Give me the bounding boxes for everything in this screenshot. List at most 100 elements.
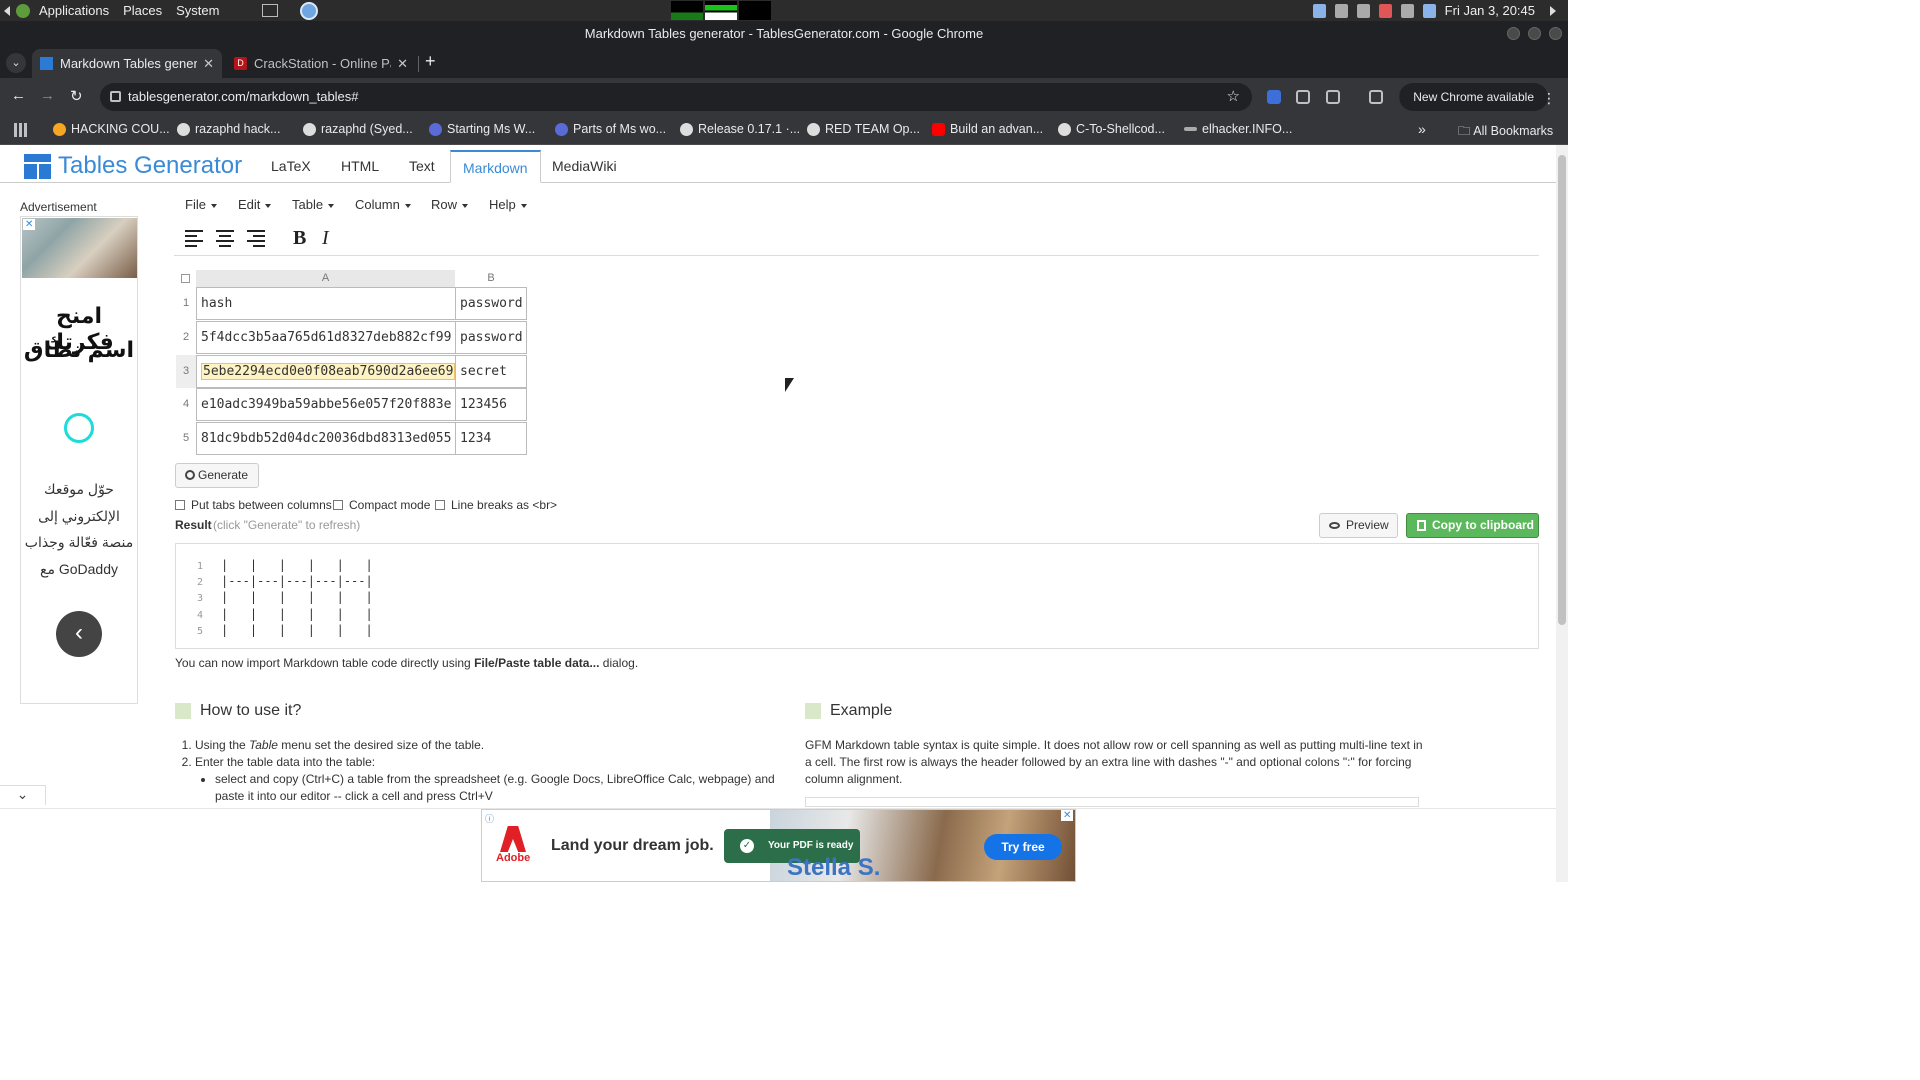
- panel-left-arrow-icon[interactable]: [4, 5, 10, 16]
- bookmark-star-icon[interactable]: ☆: [1227, 83, 1240, 111]
- ad-close-icon[interactable]: ✕: [1061, 810, 1074, 821]
- bookmark-item[interactable]: Starting Ms W...: [429, 122, 535, 136]
- site-logo[interactable]: Tables Generator: [24, 152, 242, 180]
- os-logo-icon[interactable]: [16, 3, 30, 18]
- align-left-icon[interactable]: [185, 230, 207, 252]
- close-tab-icon[interactable]: ✕: [203, 56, 214, 72]
- bookmark-item[interactable]: elhacker.INFO...: [1184, 122, 1292, 136]
- os-menu-applications[interactable]: Applications: [32, 3, 116, 18]
- row-number[interactable]: 4: [177, 398, 195, 410]
- checkbox[interactable]: [435, 500, 445, 510]
- ad-back-arrow-icon[interactable]: ‹: [56, 611, 102, 657]
- option-tabs-between-columns[interactable]: Put tabs between columns: [175, 498, 332, 512]
- nav-latex[interactable]: LaTeX: [271, 158, 311, 174]
- table-cell[interactable]: 81dc9bdb52d04dc20036dbd8313ed055: [196, 422, 456, 455]
- table-cell[interactable]: 5f4dcc3b5aa765d61d8327deb882cf99: [196, 321, 456, 354]
- bold-button[interactable]: B: [293, 227, 306, 250]
- nav-markdown[interactable]: Markdown: [450, 150, 541, 183]
- clock[interactable]: Fri Jan 3, 20:45: [1445, 3, 1535, 18]
- checkbox[interactable]: [175, 500, 185, 510]
- bookmark-item[interactable]: C-To-Shellcod...: [1058, 122, 1165, 136]
- bookmark-item[interactable]: Build an advan...: [932, 122, 1043, 136]
- new-chrome-available-button[interactable]: New Chrome available: [1399, 83, 1548, 111]
- table-cell[interactable]: password: [455, 321, 527, 354]
- volume-icon[interactable]: [1356, 3, 1370, 18]
- collapse-ad-chevron-icon[interactable]: ⌄: [0, 785, 46, 805]
- menu-edit[interactable]: Edit: [238, 197, 272, 212]
- try-free-button[interactable]: Try free: [984, 834, 1062, 860]
- table-cell-selected[interactable]: 5ebe2294ecd0e0f08eab7690d2a6ee69: [196, 355, 456, 388]
- menu-column[interactable]: Column: [355, 197, 411, 212]
- app-launcher-icon[interactable]: [300, 1, 319, 20]
- apps-grid-icon[interactable]: [14, 123, 28, 137]
- row-number[interactable]: 1: [177, 297, 195, 309]
- bookmark-item[interactable]: RED TEAM Op...: [807, 122, 920, 136]
- option-line-breaks[interactable]: Line breaks as <br>: [435, 498, 557, 512]
- panel-right-arrow-icon[interactable]: [1550, 5, 1556, 16]
- update-icon[interactable]: [1378, 3, 1392, 18]
- bookmark-item[interactable]: Release 0.17.1 ·...: [680, 122, 800, 136]
- checkbox[interactable]: [333, 500, 343, 510]
- bookmark-item[interactable]: razaphd hack...: [177, 122, 280, 136]
- row-number[interactable]: 2: [177, 331, 195, 343]
- column-header-a[interactable]: A: [196, 270, 455, 287]
- bookmark-item[interactable]: Parts of Ms wo...: [555, 122, 666, 136]
- os-menu-places[interactable]: Places: [116, 3, 169, 18]
- site-info-icon[interactable]: [110, 91, 121, 102]
- preview-button[interactable]: Preview: [1319, 513, 1398, 538]
- bookmark-item[interactable]: HACKING COU...: [53, 122, 170, 136]
- forward-icon[interactable]: →: [40, 87, 55, 104]
- ad-info-icon[interactable]: ⓘ: [485, 812, 494, 825]
- address-bar[interactable]: tablesgenerator.com/markdown_tables# ☆: [100, 83, 1252, 111]
- wifi-signal-icon[interactable]: [1400, 3, 1414, 18]
- tab-crackstation[interactable]: D CrackStation - Online Pas ✕: [226, 49, 416, 78]
- row-number[interactable]: 5: [177, 432, 195, 444]
- nav-html[interactable]: HTML: [341, 158, 379, 174]
- maximize-button[interactable]: [1528, 27, 1541, 40]
- nav-mediawiki[interactable]: MediaWiki: [552, 158, 617, 174]
- media-control-icon[interactable]: [1369, 90, 1383, 104]
- ad-image[interactable]: [22, 218, 137, 278]
- table-cell[interactable]: 123456: [455, 388, 527, 421]
- column-header-b[interactable]: B: [456, 270, 526, 287]
- option-compact-mode[interactable]: Compact mode: [333, 498, 430, 512]
- copy-to-clipboard-button[interactable]: Copy to clipboard: [1406, 513, 1539, 538]
- align-center-icon[interactable]: [216, 230, 238, 252]
- table-cell[interactable]: 1234: [455, 422, 527, 455]
- more-bookmarks-icon[interactable]: »: [1418, 121, 1426, 137]
- tab-markdown-tables[interactable]: Markdown Tables generator ✕: [32, 49, 222, 78]
- nav-text[interactable]: Text: [409, 158, 435, 174]
- result-code-box[interactable]: 1 | | | | | | 2 |---|---|---|---|---| 3 | |…: [175, 543, 1539, 649]
- close-tab-icon[interactable]: ✕: [397, 56, 408, 72]
- generate-button[interactable]: Generate: [175, 463, 259, 488]
- all-bookmarks-button[interactable]: 🗀 All Bookmarks: [1458, 122, 1553, 143]
- new-tab-button[interactable]: +: [425, 51, 436, 72]
- italic-button[interactable]: I: [322, 227, 329, 250]
- menu-file[interactable]: File: [185, 197, 217, 212]
- minimize-button[interactable]: [1507, 27, 1520, 40]
- os-menu-system[interactable]: System: [169, 3, 226, 18]
- table-cell[interactable]: password: [455, 287, 527, 320]
- terminal-launcher-icon[interactable]: [262, 4, 279, 17]
- reload-icon[interactable]: ↻: [70, 87, 83, 105]
- chrome-menu-icon[interactable]: ⋮: [1542, 90, 1556, 107]
- table-cell[interactable]: secret: [455, 355, 527, 388]
- select-all-checkbox[interactable]: [181, 274, 190, 283]
- network-icon[interactable]: [1334, 3, 1348, 18]
- scrollbar-thumb[interactable]: [1558, 155, 1566, 625]
- extensions-puzzle-icon[interactable]: [1326, 90, 1340, 104]
- extension-icon[interactable]: [1296, 90, 1310, 104]
- bookmark-item[interactable]: razaphd (Syed...: [303, 122, 413, 136]
- close-window-button[interactable]: [1549, 27, 1562, 40]
- bluetooth-icon[interactable]: [1312, 3, 1326, 18]
- menu-table[interactable]: Table: [292, 197, 335, 212]
- align-right-icon[interactable]: [247, 230, 269, 252]
- ad-close-icon[interactable]: ✕: [23, 219, 36, 230]
- back-icon[interactable]: ←: [11, 87, 26, 104]
- clipboard-icon[interactable]: [1422, 3, 1436, 18]
- page-scrollbar[interactable]: [1556, 145, 1568, 882]
- row-number[interactable]: 3: [177, 365, 195, 377]
- side-advertisement[interactable]: ✕ امنح فكرتك اسم نطاق حوّل موقعك الإلكتر…: [20, 216, 138, 704]
- table-cell[interactable]: e10adc3949ba59abbe56e057f20f883e: [196, 388, 456, 421]
- menu-help[interactable]: Help: [489, 197, 527, 212]
